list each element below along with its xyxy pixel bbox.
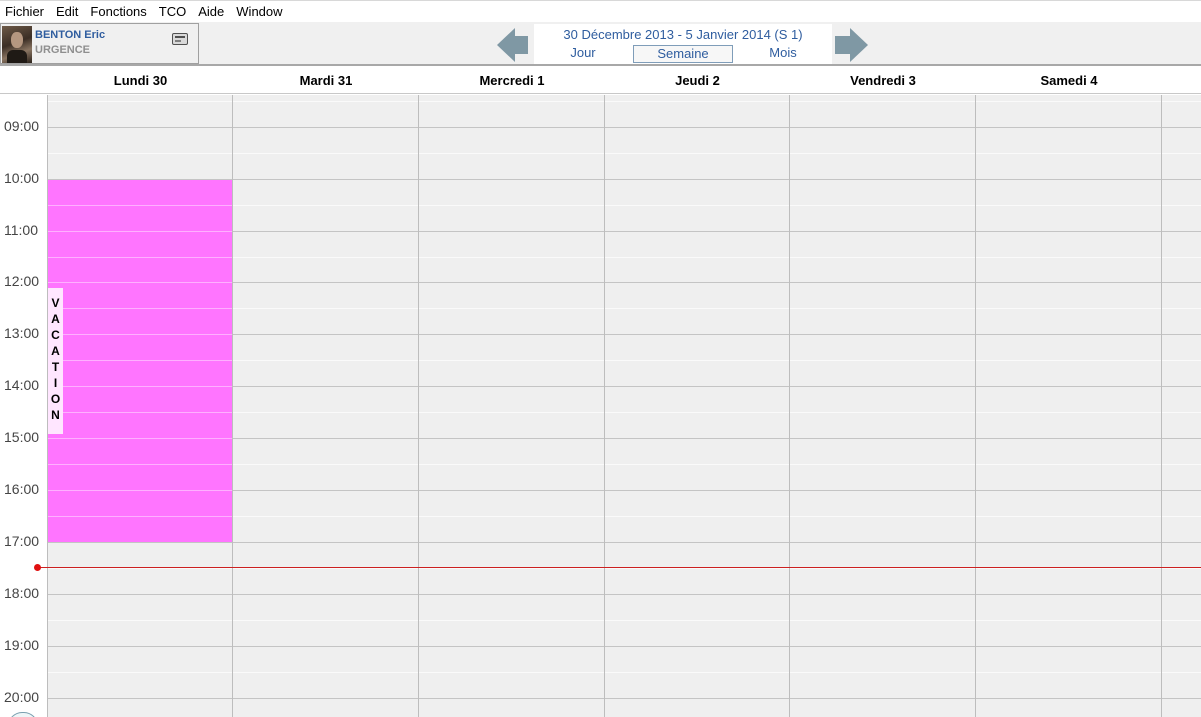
event-slot-line bbox=[48, 360, 232, 361]
event-slot-line bbox=[48, 490, 232, 491]
user-name: BENTON Eric bbox=[35, 29, 106, 41]
hour-line bbox=[47, 594, 1201, 595]
period-title: 30 Décembre 2013 - 5 Janvier 2014 (S 1) bbox=[563, 27, 803, 42]
day-column-border bbox=[789, 95, 790, 717]
week-grid: 09:00 10:00 11:00 12:00 13:00 14:00 15:0… bbox=[0, 95, 1201, 717]
menu-aide[interactable]: Aide bbox=[193, 1, 231, 23]
time-label: 18:00 bbox=[4, 585, 40, 601]
next-period-arrow-icon[interactable] bbox=[835, 28, 869, 62]
tab-mois[interactable]: Mois bbox=[756, 45, 810, 63]
menu-window[interactable]: Window bbox=[231, 1, 289, 23]
calendar-app-window: Fichier Edit Fonctions TCO Aide Window B… bbox=[0, 0, 1201, 717]
event-slot-line bbox=[48, 205, 232, 206]
time-label: 17:00 bbox=[4, 533, 40, 549]
event-slot-line bbox=[48, 282, 232, 283]
day-header-vendredi[interactable]: Vendredi 3 bbox=[790, 68, 976, 94]
event-slot-line bbox=[48, 231, 232, 232]
top-toolbar: BENTON Eric URGENCE 30 Décembre 2013 - 5… bbox=[0, 22, 1201, 66]
day-column-border bbox=[418, 95, 419, 717]
time-label: 11:00 bbox=[4, 222, 38, 238]
event-slot-line bbox=[48, 334, 232, 335]
current-time-line bbox=[38, 567, 1201, 568]
hour-line bbox=[47, 127, 1201, 128]
day-column-border bbox=[1161, 95, 1162, 717]
time-label: 13:00 bbox=[4, 325, 40, 341]
hour-line bbox=[47, 646, 1201, 647]
period-selector: 30 Décembre 2013 - 5 Janvier 2014 (S 1) … bbox=[534, 24, 832, 64]
half-hour-line bbox=[47, 568, 1201, 569]
next-arrow-shaft bbox=[835, 36, 850, 54]
half-hour-line bbox=[47, 620, 1201, 621]
time-label: 12:00 bbox=[4, 273, 40, 289]
user-department: URGENCE bbox=[35, 44, 91, 56]
tab-semaine[interactable]: Semaine bbox=[633, 45, 733, 63]
time-label: 19:00 bbox=[4, 637, 40, 653]
day-header-samedi[interactable]: Samedi 4 bbox=[976, 68, 1162, 94]
day-header-mercredi[interactable]: Mercredi 1 bbox=[419, 68, 605, 94]
avatar bbox=[2, 26, 32, 63]
event-slot-line bbox=[48, 516, 232, 517]
menu-fichier[interactable]: Fichier bbox=[0, 1, 51, 23]
event-slot-line bbox=[48, 464, 232, 465]
day-header-jeudi[interactable]: Jeudi 2 bbox=[605, 68, 790, 94]
user-panel[interactable]: BENTON Eric URGENCE bbox=[0, 23, 199, 64]
vacation-event[interactable]: V A C A T I O N bbox=[48, 180, 232, 542]
next-arrow-head bbox=[850, 28, 868, 62]
event-label: V A C A T I O N bbox=[48, 288, 63, 434]
id-card-icon[interactable] bbox=[172, 33, 188, 45]
hour-line bbox=[47, 698, 1201, 699]
current-time-dot bbox=[34, 564, 41, 571]
time-gutter: 09:00 10:00 11:00 12:00 13:00 14:00 15:0… bbox=[0, 95, 47, 717]
menu-tco[interactable]: TCO bbox=[154, 1, 193, 23]
event-slot-line bbox=[48, 308, 232, 309]
day-column-border bbox=[975, 95, 976, 717]
day-header-row: Lundi 30 Mardi 31 Mercredi 1 Jeudi 2 Ven… bbox=[0, 68, 1201, 94]
time-label: 15:00 bbox=[4, 429, 40, 445]
day-column-border bbox=[232, 95, 233, 717]
half-hour-line bbox=[47, 672, 1201, 673]
menu-fonctions[interactable]: Fonctions bbox=[85, 1, 153, 23]
event-slot-line bbox=[48, 412, 232, 413]
time-label: 09:00 bbox=[4, 118, 40, 134]
previous-period-arrow-icon[interactable] bbox=[497, 28, 528, 62]
half-hour-line bbox=[47, 101, 1201, 102]
menu-edit[interactable]: Edit bbox=[51, 1, 85, 23]
menu-bar: Fichier Edit Fonctions TCO Aide Window bbox=[0, 0, 1201, 22]
day-column-border bbox=[604, 95, 605, 717]
day-header-lundi[interactable]: Lundi 30 bbox=[48, 68, 233, 94]
event-slot-line bbox=[48, 386, 232, 387]
event-slot-line bbox=[48, 438, 232, 439]
tab-jour[interactable]: Jour bbox=[558, 45, 608, 63]
time-label: 16:00 bbox=[4, 481, 40, 497]
half-hour-line bbox=[47, 153, 1201, 154]
event-slot-line bbox=[48, 257, 232, 258]
time-label: 20:00 bbox=[4, 689, 40, 705]
hour-line bbox=[47, 542, 1201, 543]
time-label: 14:00 bbox=[4, 377, 40, 393]
time-label: 10:00 bbox=[4, 170, 40, 186]
day-header-mardi[interactable]: Mardi 31 bbox=[233, 68, 419, 94]
